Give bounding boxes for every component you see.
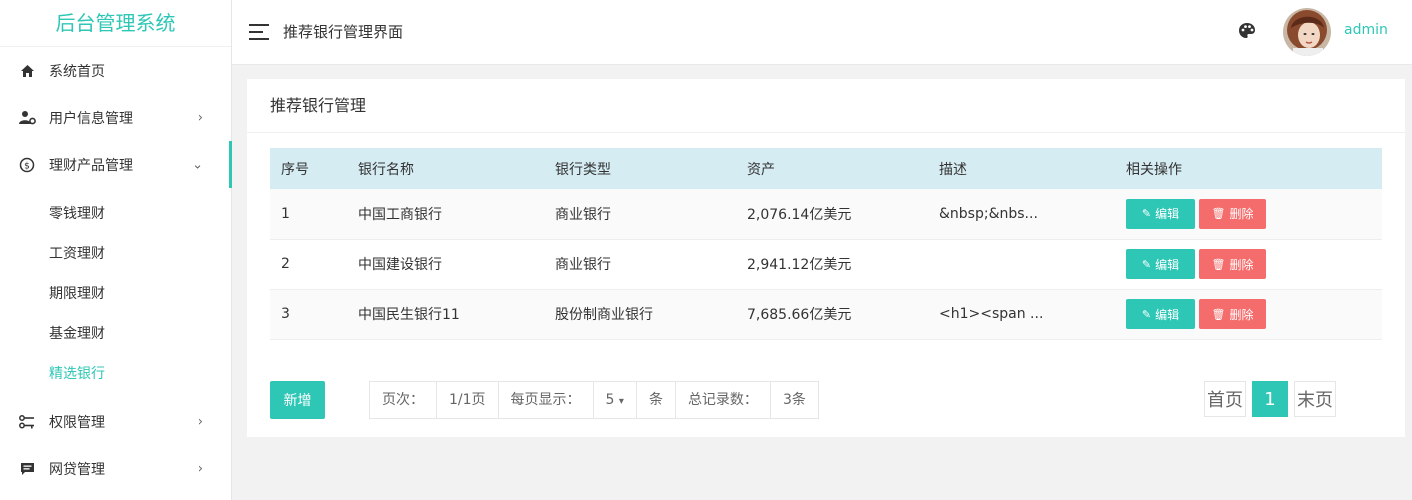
table-cell: 商业银行 — [544, 189, 736, 240]
column-header: 银行类型 — [544, 148, 736, 189]
pencil-icon: ✎ — [1141, 307, 1152, 321]
per-page-select[interactable]: 5 ▾ — [594, 382, 637, 418]
table-cell: <h1><span ... — [928, 289, 1115, 340]
sidebar-item-loans[interactable]: 网贷管理 › — [0, 445, 231, 492]
user-settings-icon — [18, 109, 36, 127]
svg-text:$: $ — [24, 161, 30, 171]
actions-cell: ✎ 编辑 🗑 删除 — [1115, 189, 1382, 240]
edit-button[interactable]: ✎ 编辑 — [1126, 299, 1195, 329]
column-header: 相关操作 — [1115, 148, 1382, 189]
money-icon: $ — [18, 156, 36, 174]
palette-icon[interactable] — [1238, 22, 1256, 40]
table-cell: 2 — [270, 239, 347, 290]
trash-icon: 🗑 — [1211, 307, 1226, 321]
edit-button[interactable]: ✎ 编辑 — [1126, 249, 1195, 279]
table-cell: 3 — [270, 289, 347, 340]
actions-cell: ✎ 编辑 🗑 删除 — [1115, 239, 1382, 290]
sidebar-item-label: 权限管理 — [49, 414, 105, 431]
card-title: 推荐银行管理 — [247, 79, 1405, 133]
username[interactable]: admin — [1344, 22, 1388, 38]
sidebar-item-label: 理财产品管理 — [49, 157, 133, 174]
table-cell: 1 — [270, 189, 347, 240]
top-header: 推荐银行管理界面 admin — [232, 0, 1412, 65]
menu-toggle-icon[interactable] — [249, 24, 269, 40]
table-cell: 中国建设银行 — [347, 239, 544, 290]
sidebar-item-label: 用户信息管理 — [49, 110, 133, 127]
content-card: 推荐银行管理 序号 银行名称 银行类型 资产 描述 相关操作 1 中国工商银行 — [247, 79, 1405, 437]
submenu-item-term-finance[interactable]: 期限理财 — [0, 274, 231, 314]
first-page-button[interactable]: 首页 — [1204, 381, 1246, 417]
pagination-info: 页次： 1/1页 每页显示： 5 ▾ 条 总记录数： 3条 — [369, 381, 819, 419]
message-icon — [18, 460, 36, 478]
current-page-button[interactable]: 1 — [1252, 381, 1288, 417]
table-cell: 2,941.12亿美元 — [736, 239, 928, 290]
delete-button[interactable]: 🗑 删除 — [1199, 299, 1266, 329]
submenu-item-fund-finance[interactable]: 基金理财 — [0, 314, 231, 354]
column-header: 序号 — [270, 148, 347, 189]
delete-button[interactable]: 🗑 删除 — [1199, 249, 1266, 279]
table-cell: &nbsp;&nbs... — [928, 189, 1115, 240]
caret-down-icon: ▾ — [618, 396, 624, 407]
table-cell: 2,076.14亿美元 — [736, 189, 928, 240]
table-row: 3 中国民生银行11 股份制商业银行 7,685.66亿美元 <h1><span… — [270, 289, 1382, 340]
column-header: 资产 — [736, 148, 928, 189]
sidebar-item-home[interactable]: 系统首页 — [0, 47, 231, 94]
avatar[interactable] — [1283, 8, 1331, 56]
page-navigation: 首页 1 末页 — [1204, 381, 1336, 417]
sidebar-item-user-info[interactable]: 用户信息管理 › — [0, 94, 231, 141]
table-cell: 股份制商业银行 — [544, 289, 736, 340]
actions-cell: ✎ 编辑 🗑 删除 — [1115, 289, 1382, 340]
table-cell: 中国工商银行 — [347, 189, 544, 240]
total-value: 3条 — [782, 392, 806, 408]
table-cell — [928, 239, 1115, 290]
per-page-label: 每页显示： — [499, 382, 594, 418]
delete-button[interactable]: 🗑 删除 — [1199, 198, 1266, 229]
home-icon — [18, 62, 36, 80]
chevron-down-icon: ⌄ — [192, 157, 203, 172]
total-label: 总记录数： — [676, 382, 771, 418]
page-label: 页次： — [370, 382, 437, 418]
sidebar-item-label: 系统首页 — [49, 63, 105, 80]
trash-icon: 🗑 — [1211, 257, 1226, 271]
trash-icon: 🗑 — [1211, 207, 1226, 221]
submenu-item-salary-finance[interactable]: 工资理财 — [0, 234, 231, 274]
brand-title: 后台管理系统 — [0, 0, 231, 47]
table-cell: 7,685.66亿美元 — [736, 289, 928, 340]
add-button[interactable]: 新增 — [270, 381, 325, 419]
edit-button[interactable]: ✎ 编辑 — [1126, 198, 1195, 229]
finance-submenu: 零钱理财 工资理财 期限理财 基金理财 精选银行 — [0, 188, 231, 398]
last-page-button[interactable]: 末页 — [1294, 381, 1336, 417]
chevron-right-icon: › — [197, 110, 203, 125]
page-value: 1/1页 — [437, 382, 499, 418]
sidebar: 后台管理系统 系统首页 用户信息管理 › $ 理财产品管理 ⌄ 零钱理财 工资理… — [0, 0, 232, 500]
submenu-item-change-finance[interactable]: 零钱理财 — [0, 194, 231, 234]
column-header: 银行名称 — [347, 148, 544, 189]
submenu-item-selected-banks[interactable]: 精选银行 — [0, 354, 231, 394]
sidebar-item-permissions[interactable]: 权限管理 › — [0, 398, 231, 445]
pencil-icon: ✎ — [1141, 207, 1152, 221]
page-title: 推荐银行管理界面 — [283, 23, 404, 41]
table-cell: 商业银行 — [544, 239, 736, 290]
key-icon — [18, 413, 36, 431]
table-row: 2 中国建设银行 商业银行 2,941.12亿美元 ✎ 编辑 🗑 删除 — [270, 239, 1382, 290]
chevron-right-icon: › — [197, 461, 203, 476]
pencil-icon: ✎ — [1141, 257, 1152, 271]
column-header: 描述 — [928, 148, 1115, 189]
sidebar-item-finance-products[interactable]: $ 理财产品管理 ⌄ — [0, 141, 232, 188]
table-row: 1 中国工商银行 商业银行 2,076.14亿美元 &nbsp;&nbs... … — [270, 189, 1382, 240]
sidebar-item-label: 网贷管理 — [49, 461, 105, 478]
table-header-row: 序号 银行名称 银行类型 资产 描述 相关操作 — [270, 148, 1382, 189]
bank-table: 序号 银行名称 银行类型 资产 描述 相关操作 1 中国工商银行 商业银行 2,… — [270, 148, 1382, 340]
table-cell: 中国民生银行11 — [347, 289, 544, 340]
chevron-right-icon: › — [197, 414, 203, 429]
per-page-unit: 条 — [637, 382, 676, 418]
